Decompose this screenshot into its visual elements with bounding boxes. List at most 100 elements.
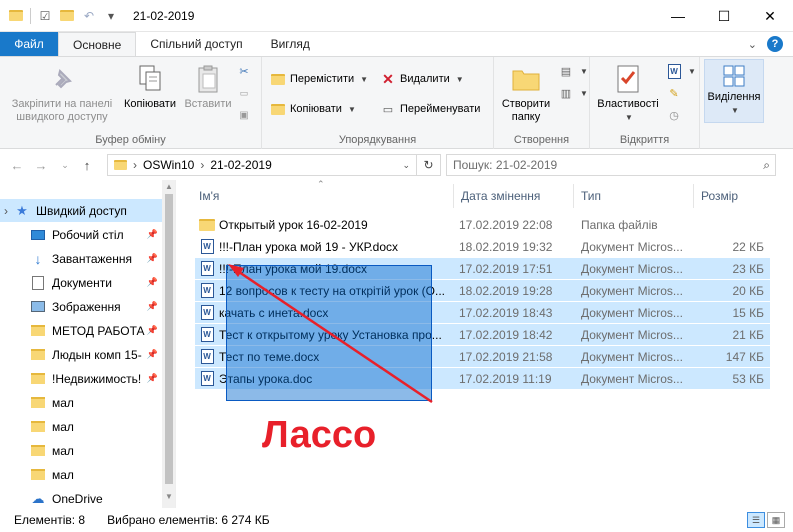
chevron-right-icon[interactable]: › [4,204,8,218]
minimize-button[interactable]: — [655,0,701,32]
new-folder-icon [510,63,542,95]
delete-icon: ✕ [382,70,394,87]
maximize-button[interactable]: ☐ [701,0,747,32]
paste-button[interactable]: Вставити [180,63,236,111]
select-button[interactable]: Виділення ▼ [704,59,764,123]
sidebar-item[interactable]: мал [0,439,162,462]
close-button[interactable]: ✕ [747,0,793,32]
open-word-icon[interactable]: W ▼ [666,63,696,79]
sidebar-item[interactable]: Документи 📌 [0,271,162,294]
up-icon[interactable]: ↑ [76,154,98,176]
back-icon[interactable]: ← [6,154,28,176]
large-icons-view-icon[interactable]: ▦ [767,512,785,528]
sidebar-item[interactable]: мал [0,415,162,438]
breadcrumb-item[interactable]: 21-02-2019 [210,158,271,172]
scrollbar-thumb[interactable] [165,194,173,484]
undo-icon[interactable]: ↶ [81,8,97,24]
forward-icon[interactable]: → [30,154,52,176]
column-divider[interactable] [693,184,694,208]
expand-ribbon-icon[interactable]: ⌄ [748,38,757,51]
sidebar-item[interactable]: Робочий стіл 📌 [0,223,162,246]
sidebar-item[interactable]: МЕТОД РАБОТА 📌 [0,319,162,342]
column-size-label: Розмір [701,189,739,203]
help-icon[interactable]: ? [767,36,783,52]
customize-dropdown-icon[interactable]: ▾ [103,8,119,24]
cut-icon[interactable]: ✂ [236,63,252,79]
pin-icon: 📌 [146,277,158,287]
sidebar-scrollbar[interactable]: ▲ ▼ [162,180,175,508]
column-divider[interactable] [573,184,574,208]
new-item-icon[interactable]: ▤ ▼ [558,63,588,79]
word-doc-icon: W [199,283,215,299]
pin-quick-access-button[interactable]: Закріпити на панелі швидкого доступу [4,63,120,124]
sidebar-item[interactable]: ↓ Завантаження 📌 [0,247,162,270]
chevron-down-icon[interactable]: ⌄ [402,160,410,171]
recent-locations-icon[interactable]: ⌄ [54,154,76,176]
edit-icon[interactable]: ✎ [666,85,682,101]
details-view-icon[interactable]: ☰ [747,512,765,528]
lasso-selection-rectangle [226,265,432,401]
copy-to-button[interactable]: Копіювати ▼ [270,101,356,117]
navigation-bar: ← → ⌄ ↑ › OSWin10 › 21-02-2019 ⌄ ↻ Пошук… [0,150,793,180]
column-divider[interactable] [453,184,454,208]
rename-button[interactable]: ▭ Перейменувати [380,101,481,117]
column-header-name[interactable]: Ім'я [199,186,219,206]
tab-share[interactable]: Спільний доступ [136,32,256,56]
sidebar-item[interactable]: мал [0,391,162,414]
create-group-label: Створення [513,134,570,146]
copy-button[interactable]: Копіювати [120,63,180,111]
column-header-size[interactable]: Розмір [701,186,738,206]
easy-access-icon[interactable]: ▥ ▼ [558,85,588,101]
file-type: Документ Micros... [581,261,683,276]
properties-button[interactable]: Властивості ▼ [592,63,664,124]
file-row[interactable]: Открытый урок 16-02-2019 17.02.2019 22:08… [195,214,770,235]
scroll-down-icon[interactable]: ▼ [165,492,173,501]
address-bar[interactable]: › OSWin10 › 21-02-2019 ⌄ [107,154,417,176]
properties-icon[interactable]: ☑ [37,8,53,24]
new-folder-button[interactable]: Створити папку [496,63,556,124]
tab-view[interactable]: Вигляд [257,32,324,56]
file-date: 17.02.2019 18:42 [459,327,553,342]
move-to-button[interactable]: Перемістити ▼ [270,71,368,87]
status-bar: Елементів: 8 Вибрано елементів: 6 274 КБ… [0,508,793,532]
tab-home[interactable]: Основне [58,32,137,56]
delete-button[interactable]: ✕ Видалити ▼ [380,71,464,87]
sidebar-item[interactable]: !Недвижимость! 📌 [0,367,162,390]
pin-icon [46,63,78,95]
paste-label: Вставити [184,98,232,110]
folder-icon [199,217,215,233]
ribbon-tabs: Файл Основне Спільний доступ Вигляд ⌄ ? [0,32,793,56]
breadcrumb-item[interactable]: OSWin10 [143,158,194,172]
scroll-up-icon[interactable]: ▲ [165,182,173,191]
select-icon [722,64,746,88]
new-folder-label: Створити папку [501,98,551,123]
sidebar-item[interactable]: › ★ Швидкий доступ [0,199,162,222]
file-size: 15 КБ [732,305,764,320]
pin-icon: 📌 [146,325,158,335]
sidebar-item[interactable]: Людын комп 15- 📌 [0,343,162,366]
column-type-label: Тип [581,189,602,203]
tab-file[interactable]: Файл [0,32,58,56]
pin-label: Закріпити на панелі швидкого доступу [11,98,113,123]
file-size: 21 КБ [732,327,764,342]
folder-icon [8,8,24,24]
paste-shortcut-icon[interactable]: ▣ [236,107,252,123]
selected-count: Вибрано елементів: 6 274 КБ [107,513,270,527]
search-input[interactable]: Пошук: 21-02-2019 ⌕ [446,154,776,176]
sidebar-item-label: Робочий стіл [52,227,124,242]
history-icon[interactable]: ◷ [666,107,682,123]
sidebar-item-label: мал [52,419,74,434]
file-row[interactable]: W !!!-План урока мой 19 - УКР.docx 18.02.2… [195,236,770,257]
sidebar-item[interactable]: Зображення 📌 [0,295,162,318]
organize-group: Перемістити ▼ Копіювати ▼ ✕ Видалити ▼ ▭ Пе… [262,57,494,149]
refresh-button[interactable]: ↻ [417,154,441,176]
sidebar-item[interactable]: мал [0,463,162,486]
select-group: Виділення ▼ [700,57,793,149]
sort-up-icon: ⌃ [317,179,325,189]
copy-path-icon[interactable]: ▭ [236,85,252,101]
new-folder-icon[interactable] [59,8,75,24]
column-header-date[interactable]: Дата змінення [461,186,540,206]
items-count: Елементів: 8 [14,513,86,527]
sidebar-item[interactable]: ☁ OneDrive [0,487,162,508]
column-header-type[interactable]: Тип [581,186,601,206]
